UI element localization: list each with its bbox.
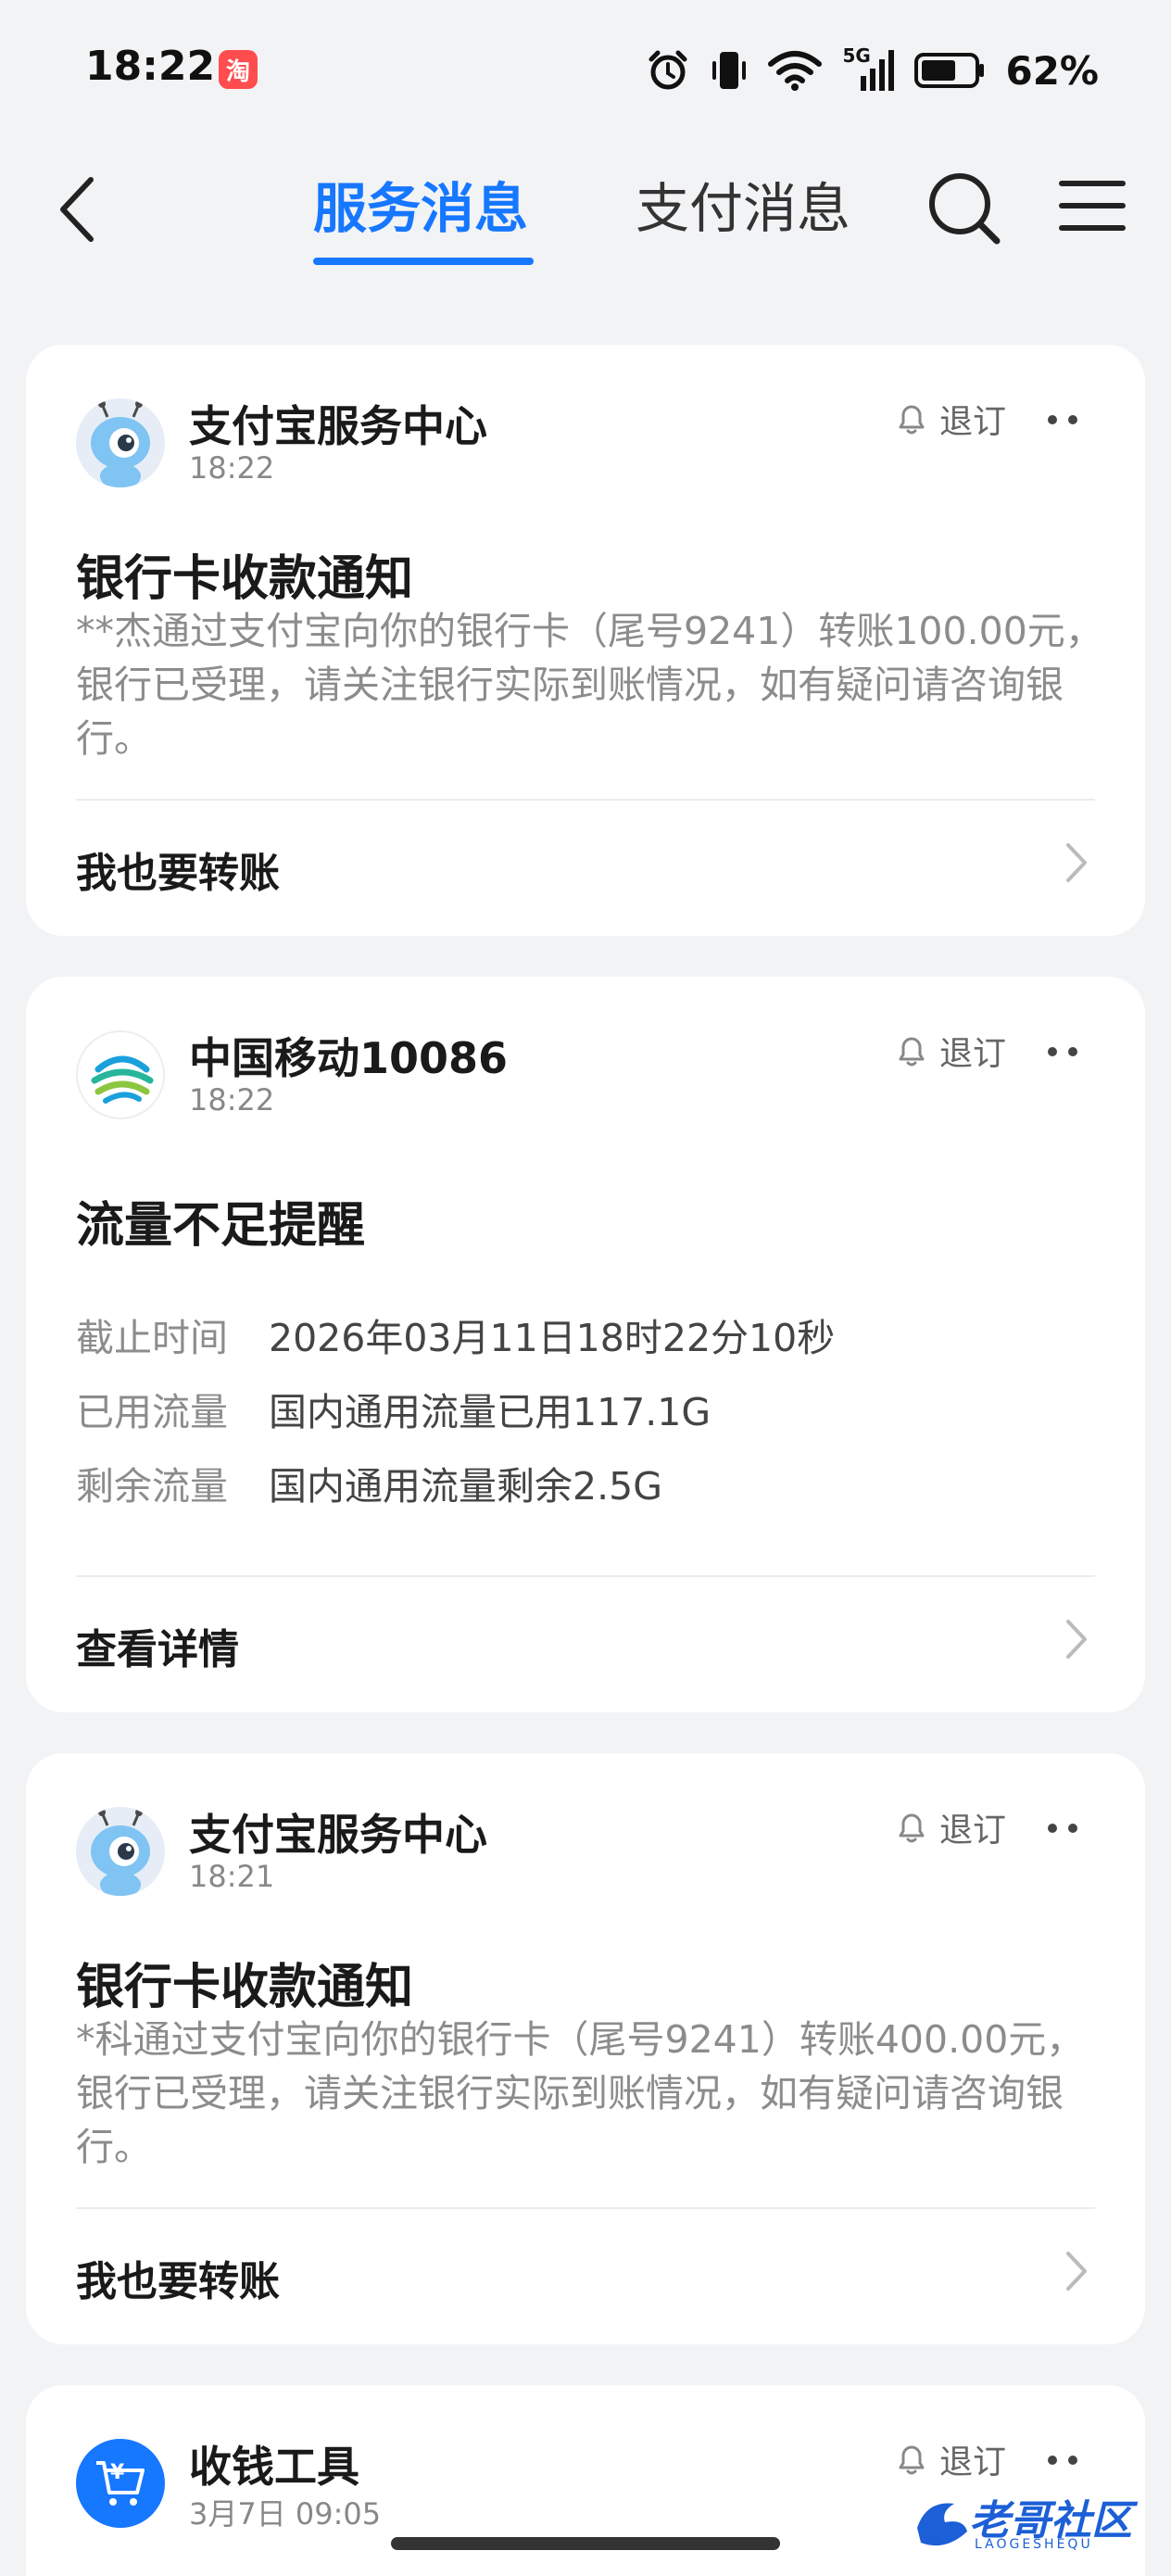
search-icon[interactable] (925, 169, 1002, 246)
watermark-subtext: LAOGESHEQU (975, 2537, 1093, 2552)
bell-icon (899, 405, 925, 435)
divider (76, 1575, 1095, 1577)
yuan-glyph: ¥ (110, 2461, 125, 2484)
dragon-logo-icon (917, 2503, 967, 2546)
battery-percent: 62% (1005, 47, 1099, 94)
message-time: 3月7日 09:05 (189, 2496, 382, 2532)
status-bar: 18:22 淘 5G 62% (0, 0, 1171, 139)
unsubscribe-button[interactable]: 退订 (895, 1027, 1006, 1075)
avatar (76, 1030, 165, 1119)
signal-5g-icon: 5G (842, 44, 895, 93)
robot-avatar-icon (76, 398, 165, 487)
unsubscribe-button[interactable]: 退订 (895, 1803, 1006, 1851)
tab-service-messages[interactable]: 服务消息 (313, 165, 528, 243)
message-card[interactable]: 支付宝服务中心 18:22 退订 银行卡收款通知 **杰通过支付宝向你的银行卡（… (26, 345, 1145, 936)
avatar (76, 398, 165, 487)
message-card[interactable]: 支付宝服务中心 18:21 退订 银行卡收款通知 *科通过支付宝向你的银行卡（尾… (26, 1753, 1145, 2344)
info-row: 截止时间 2026年03月11日18时22分10秒 (76, 1307, 835, 1362)
status-time: 18:22 (85, 43, 216, 90)
message-body: *科通过支付宝向你的银行卡（尾号9241）转账400.00元，银行已受理，请关注… (76, 2017, 1085, 2169)
wifi-icon (768, 51, 823, 91)
bell-icon (899, 1813, 925, 1843)
info-key: 截止时间 (76, 1316, 228, 1360)
back-icon[interactable] (52, 174, 107, 245)
transfer-action[interactable]: 我也要转账 (76, 2248, 280, 2307)
menu-icon[interactable] (1058, 176, 1127, 235)
message-title: 流量不足提醒 (76, 1198, 366, 1254)
info-value: 2026年03月11日18时22分10秒 (269, 1316, 836, 1360)
more-icon[interactable] (1047, 1045, 1078, 1058)
message-time: 18:22 (189, 1082, 275, 1118)
sender-name: 支付宝服务中心 (189, 401, 487, 451)
message-card[interactable]: 中国移动10086 18:22 退订 流量不足提醒 截止时间 2026年03月1… (26, 977, 1145, 1712)
info-key: 剩余流量 (76, 1464, 228, 1509)
china-mobile-logo-icon (91, 1055, 154, 1104)
alarm-icon (648, 50, 687, 90)
info-value: 国内通用流量剩余2.5G (269, 1464, 662, 1509)
sender-name: 中国移动10086 (189, 1033, 509, 1083)
unsubscribe-label: 退订 (938, 1812, 1006, 1850)
home-indicator[interactable] (391, 2537, 780, 2550)
unsubscribe-button[interactable]: 退订 (895, 2435, 1006, 2483)
more-icon[interactable] (1047, 2454, 1078, 2467)
info-row: 已用流量 国内通用流量已用117.1G (76, 1381, 711, 1436)
message-time: 18:21 (189, 1859, 275, 1894)
transfer-action[interactable]: 我也要转账 (76, 840, 280, 899)
bell-icon (899, 1037, 925, 1067)
chevron-right-icon (1066, 843, 1087, 882)
chevron-right-icon (1066, 2252, 1087, 2291)
unsubscribe-button[interactable]: 退订 (895, 395, 1006, 443)
sender-name: 支付宝服务中心 (189, 1810, 487, 1860)
chevron-right-icon (1066, 1620, 1087, 1659)
nav-bar: 服务消息 支付消息 (0, 139, 1171, 278)
tab-payment-messages[interactable]: 支付消息 (636, 165, 850, 243)
tab-active-indicator (313, 258, 534, 265)
sender-name: 收钱工具 (189, 2442, 359, 2492)
unsubscribe-label: 退订 (938, 2443, 1006, 2481)
message-title: 银行卡收款通知 (76, 551, 414, 607)
info-row: 剩余流量 国内通用流量剩余2.5G (76, 1455, 662, 1510)
info-value: 国内通用流量已用117.1G (269, 1390, 711, 1434)
vibrate-icon (712, 52, 747, 89)
robot-avatar-icon (76, 1807, 165, 1896)
avatar: ¥ (76, 2439, 165, 2528)
bell-icon (899, 2445, 925, 2475)
divider (76, 799, 1095, 801)
message-body: **杰通过支付宝向你的银行卡（尾号9241）转账100.00元，银行已受理，请关… (76, 609, 1103, 761)
divider (76, 2207, 1095, 2209)
status-icons: 5G 62% (646, 43, 1099, 98)
battery-icon (914, 53, 985, 88)
unsubscribe-label: 退订 (938, 403, 1006, 441)
more-icon[interactable] (1047, 413, 1078, 426)
more-icon[interactable] (1047, 1822, 1078, 1835)
info-key: 已用流量 (76, 1390, 228, 1434)
avatar (76, 1807, 165, 1896)
message-time: 18:22 (189, 450, 275, 486)
taobao-app-icon: 淘 (219, 50, 258, 89)
unsubscribe-label: 退订 (938, 1035, 1006, 1073)
message-title: 银行卡收款通知 (76, 1960, 414, 2015)
watermark-logo: 老哥社区 LAOGESHEQU (908, 2483, 1158, 2567)
view-details-action[interactable]: 查看详情 (76, 1616, 239, 1675)
